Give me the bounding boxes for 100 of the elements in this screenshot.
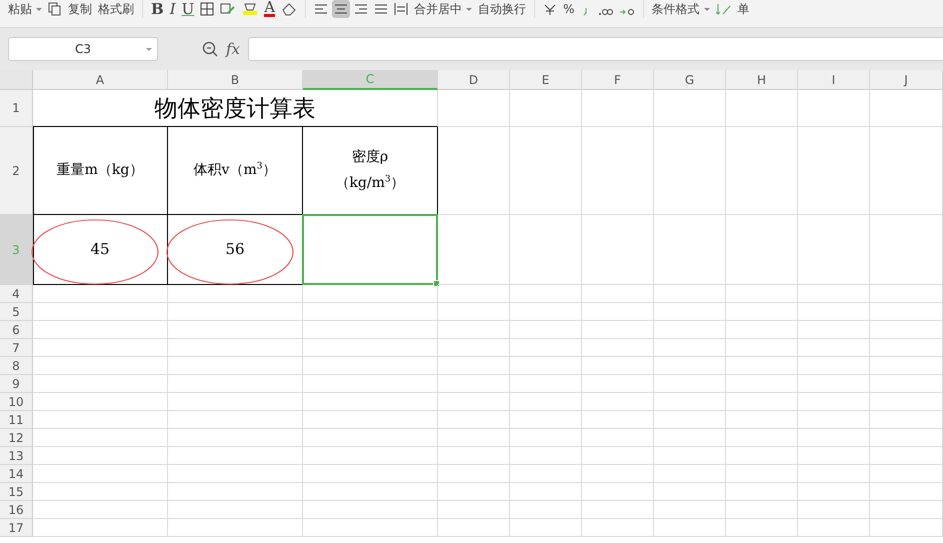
column-header[interactable]: J xyxy=(870,70,943,90)
borders-icon[interactable] xyxy=(200,2,214,16)
empty-cell[interactable] xyxy=(168,447,303,465)
empty-cell[interactable] xyxy=(582,357,654,375)
empty-cell[interactable] xyxy=(168,519,303,537)
empty-cell[interactable] xyxy=(438,465,510,483)
formula-input[interactable] xyxy=(248,37,943,61)
empty-cell[interactable] xyxy=(510,285,582,303)
empty-cell[interactable] xyxy=(438,357,510,375)
empty-cell[interactable] xyxy=(582,465,654,483)
empty-cell[interactable] xyxy=(726,393,798,411)
empty-cell[interactable] xyxy=(303,411,438,429)
copy-button[interactable]: 复制 xyxy=(68,1,92,17)
empty-cell[interactable] xyxy=(438,321,510,339)
empty-cell[interactable] xyxy=(582,393,654,411)
empty-cell[interactable] xyxy=(654,501,726,519)
empty-cell[interactable] xyxy=(654,90,726,127)
row-header[interactable]: 15 xyxy=(0,483,33,501)
name-box[interactable]: C3 xyxy=(8,37,158,61)
empty-cell[interactable] xyxy=(798,127,870,215)
align-right-icon[interactable] xyxy=(354,2,368,16)
empty-cell[interactable] xyxy=(438,501,510,519)
empty-cell[interactable] xyxy=(726,303,798,321)
empty-cell[interactable] xyxy=(654,321,726,339)
empty-cell[interactable] xyxy=(582,519,654,537)
eraser-icon[interactable] xyxy=(281,2,298,16)
empty-cell[interactable] xyxy=(582,127,654,215)
font-color-button[interactable]: A xyxy=(264,1,276,17)
bold-button[interactable]: B xyxy=(151,1,164,17)
empty-cell[interactable] xyxy=(870,447,943,465)
empty-cell[interactable] xyxy=(510,357,582,375)
empty-cell[interactable] xyxy=(798,483,870,501)
empty-cell[interactable] xyxy=(168,465,303,483)
empty-cell[interactable] xyxy=(582,303,654,321)
column-header[interactable]: B xyxy=(168,70,303,90)
empty-cell[interactable] xyxy=(726,429,798,447)
conditional-format-button[interactable]: 条件格式 xyxy=(652,1,710,17)
empty-cell[interactable] xyxy=(510,90,582,127)
row-header[interactable]: 5 xyxy=(0,303,33,321)
empty-cell[interactable] xyxy=(798,339,870,357)
empty-cell[interactable] xyxy=(798,321,870,339)
dropdown-caret-icon[interactable] xyxy=(146,48,152,50)
empty-cell[interactable] xyxy=(168,321,303,339)
empty-cell[interactable] xyxy=(798,447,870,465)
pencil-icon[interactable] xyxy=(716,2,732,16)
row-header[interactable]: 13 xyxy=(0,447,33,465)
empty-cell[interactable] xyxy=(582,501,654,519)
empty-cell[interactable] xyxy=(726,447,798,465)
empty-cell[interactable] xyxy=(168,303,303,321)
empty-cell[interactable] xyxy=(654,303,726,321)
empty-cell[interactable] xyxy=(510,375,582,393)
empty-cell[interactable] xyxy=(510,447,582,465)
empty-cell[interactable] xyxy=(582,215,654,285)
column-header[interactable]: E xyxy=(510,70,582,90)
empty-cell[interactable] xyxy=(303,447,438,465)
empty-cell[interactable] xyxy=(582,411,654,429)
row-header[interactable]: 17 xyxy=(0,519,33,537)
empty-cell[interactable] xyxy=(726,375,798,393)
empty-cell[interactable] xyxy=(168,375,303,393)
empty-cell[interactable] xyxy=(303,357,438,375)
empty-cell[interactable] xyxy=(168,429,303,447)
empty-cell[interactable] xyxy=(582,483,654,501)
empty-cell[interactable] xyxy=(582,447,654,465)
empty-cell[interactable] xyxy=(510,519,582,537)
zoom-icon[interactable] xyxy=(202,41,218,57)
copy-icon[interactable] xyxy=(48,2,62,16)
empty-cell[interactable] xyxy=(582,285,654,303)
empty-cell[interactable] xyxy=(798,393,870,411)
empty-cell[interactable] xyxy=(582,90,654,127)
row-header[interactable]: 6 xyxy=(0,321,33,339)
empty-cell[interactable] xyxy=(582,339,654,357)
empty-cell[interactable] xyxy=(870,303,943,321)
empty-cell[interactable] xyxy=(726,339,798,357)
empty-cell[interactable] xyxy=(798,215,870,285)
empty-cell[interactable] xyxy=(438,339,510,357)
empty-cell[interactable] xyxy=(510,429,582,447)
empty-cell[interactable] xyxy=(798,429,870,447)
empty-cell[interactable] xyxy=(438,285,510,303)
empty-cell[interactable] xyxy=(798,465,870,483)
empty-cell[interactable] xyxy=(510,321,582,339)
empty-cell[interactable] xyxy=(726,465,798,483)
table-cell[interactable]: 56 xyxy=(168,215,303,285)
empty-cell[interactable] xyxy=(510,483,582,501)
empty-cell[interactable] xyxy=(438,303,510,321)
currency-icon[interactable] xyxy=(543,2,558,16)
empty-cell[interactable] xyxy=(726,127,798,215)
column-header[interactable]: I xyxy=(798,70,870,90)
empty-cell[interactable] xyxy=(438,411,510,429)
empty-cell[interactable] xyxy=(168,285,303,303)
empty-cell[interactable] xyxy=(726,321,798,339)
empty-cell[interactable] xyxy=(510,303,582,321)
empty-cell[interactable] xyxy=(303,483,438,501)
row-header[interactable]: 2 xyxy=(0,127,33,215)
empty-cell[interactable] xyxy=(654,519,726,537)
wrap-text-button[interactable]: 自动换行 xyxy=(478,1,526,17)
empty-cell[interactable] xyxy=(726,411,798,429)
empty-cell[interactable] xyxy=(438,90,510,127)
empty-cell[interactable] xyxy=(438,215,510,285)
empty-cell[interactable] xyxy=(168,357,303,375)
select-all-corner[interactable] xyxy=(0,70,33,90)
